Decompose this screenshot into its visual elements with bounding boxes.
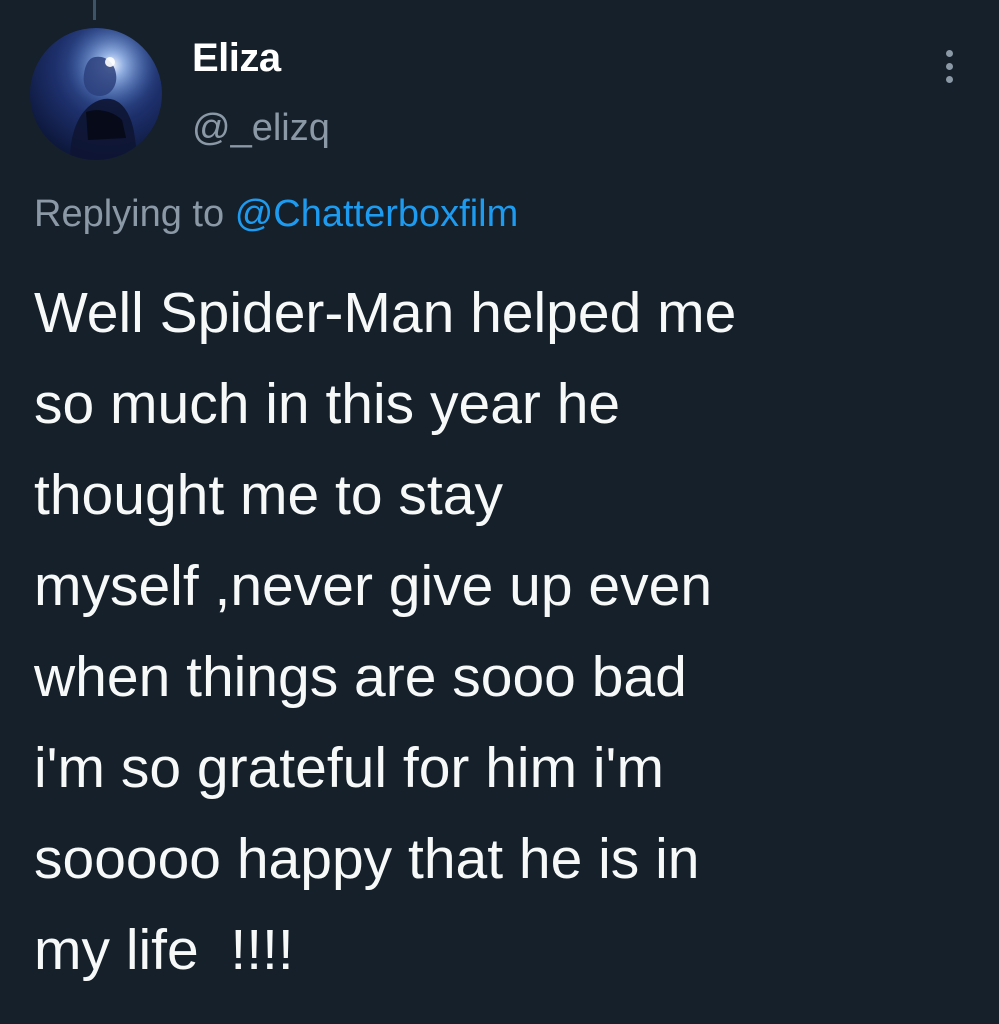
more-dot <box>946 50 953 57</box>
replying-to-line: Replying to @Chatterboxfilm <box>34 193 518 236</box>
more-options-icon[interactable] <box>932 46 968 86</box>
replying-to-label: Replying to <box>34 193 225 235</box>
tweet-text-line: so much in this year he <box>34 372 621 436</box>
more-dot <box>946 63 953 70</box>
author-handle[interactable]: @_elizq <box>192 107 330 150</box>
thread-connector-line <box>93 0 96 20</box>
author-display-name[interactable]: Eliza <box>192 36 281 81</box>
avatar[interactable] <box>30 28 162 160</box>
tweet-text-line: Well Spider-Man helped me <box>34 281 737 345</box>
tweet-text: Well Spider-Man helped me so much in thi… <box>34 268 984 996</box>
tweet-text-line: i'm so grateful for him i'm <box>34 736 664 800</box>
avatar-image <box>30 28 162 160</box>
tweet-text-line: thought me to stay <box>34 463 503 527</box>
reply-mention-link[interactable]: @Chatterboxfilm <box>235 193 519 235</box>
more-dot <box>946 76 953 83</box>
tweet-text-line: my life !!!! <box>34 918 294 982</box>
tweet-text-line: sooooo happy that he is in <box>34 827 700 891</box>
tweet-text-line: when things are sooo bad <box>34 645 687 709</box>
tweet-text-line: myself ,never give up even <box>34 554 713 618</box>
